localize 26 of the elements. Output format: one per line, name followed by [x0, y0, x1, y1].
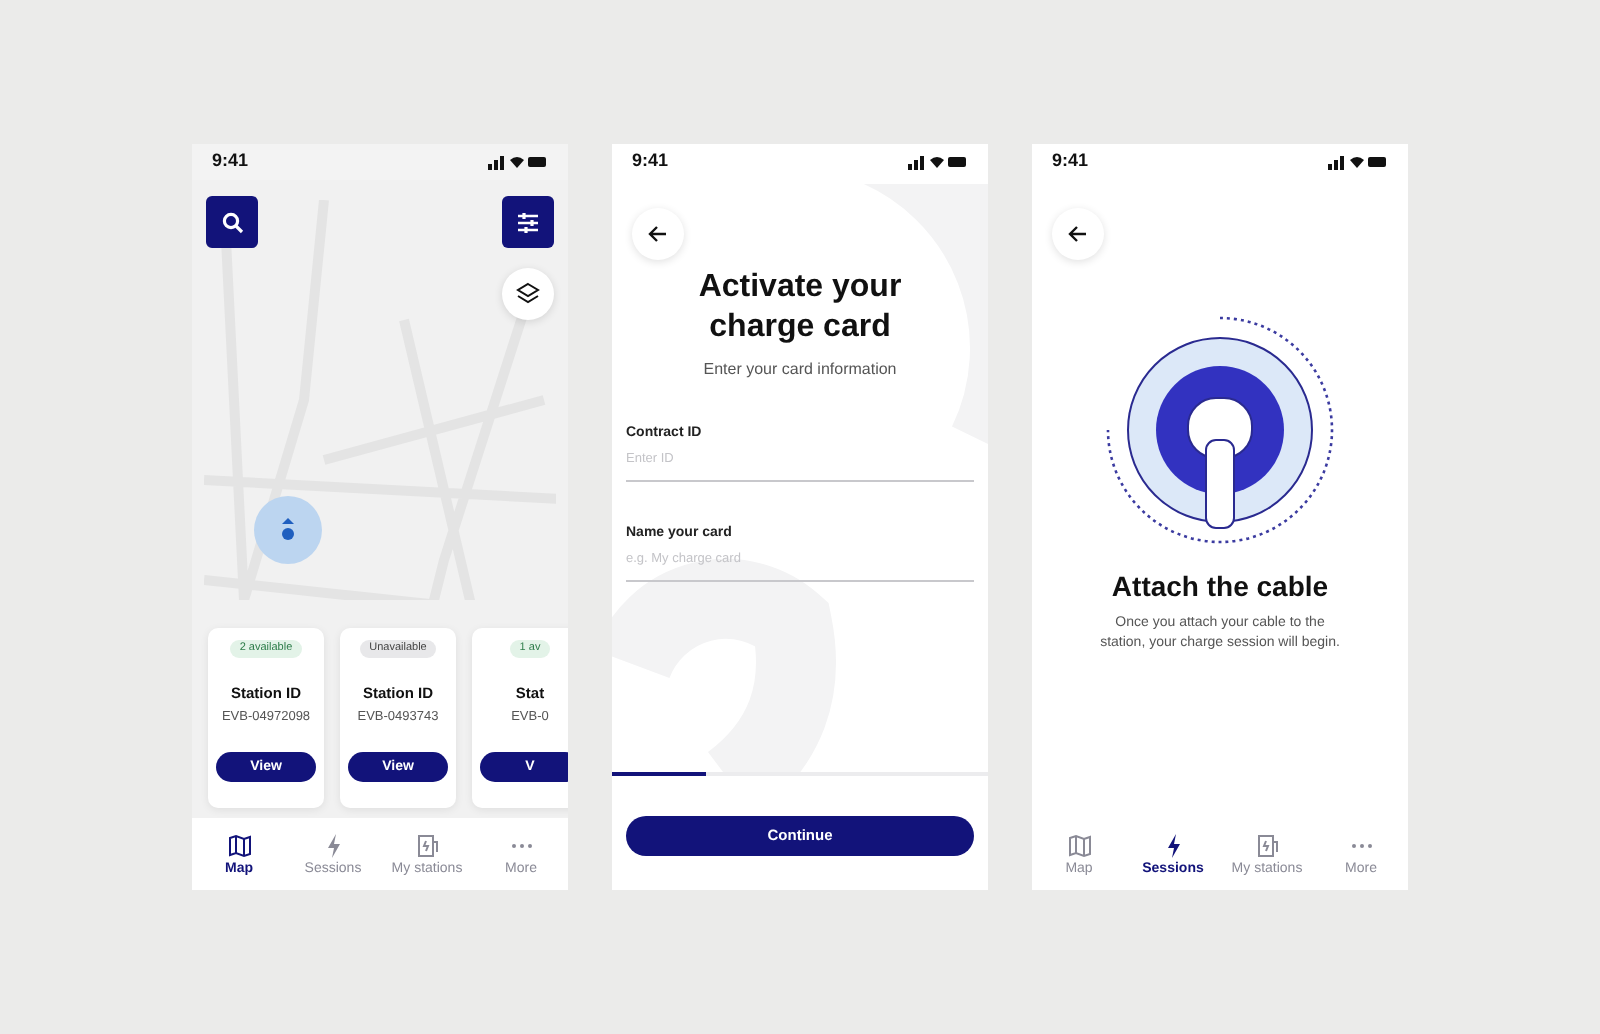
status-icons	[488, 154, 548, 170]
back-button[interactable]	[1052, 208, 1104, 260]
charger-icon	[1255, 833, 1279, 857]
filter-button[interactable]	[502, 196, 554, 248]
search-icon	[221, 211, 243, 233]
charger-icon	[415, 833, 439, 857]
screen-title: Activate your charge card	[696, 268, 904, 348]
screen-subtitle: Enter your card information	[701, 358, 899, 382]
screen-title: Attach the cable	[1109, 572, 1331, 600]
layers-button[interactable]	[502, 268, 554, 320]
sliders-icon	[516, 211, 540, 233]
map-icon	[227, 833, 251, 857]
back-button[interactable]	[632, 208, 684, 260]
status-time: 9:41	[632, 148, 669, 175]
map-icon	[1067, 833, 1091, 857]
back-arrow-icon	[1068, 224, 1088, 244]
layers-icon	[516, 282, 540, 306]
location-marker-icon	[280, 518, 296, 542]
status-icons	[1328, 154, 1388, 170]
lightning-icon	[1165, 833, 1181, 857]
search-button[interactable]	[206, 196, 258, 248]
status-time: 9:41	[1052, 148, 1089, 175]
status-icons	[908, 154, 968, 170]
lightning-icon	[325, 833, 341, 857]
status-time: 9:41	[212, 148, 249, 175]
back-arrow-icon	[648, 224, 668, 244]
